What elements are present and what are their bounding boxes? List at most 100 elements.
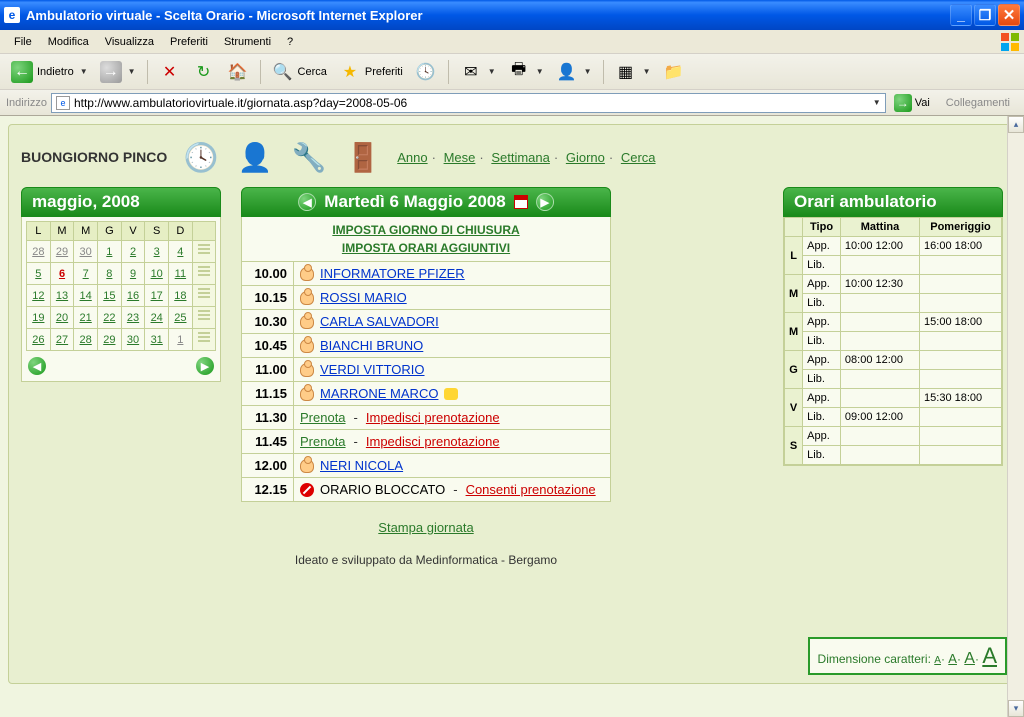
settings-icon[interactable]: 🔧 [289,137,329,177]
minical-week-icon[interactable] [192,329,215,351]
maximize-button[interactable]: ❐ [974,4,996,26]
minical-day[interactable]: 5 [27,263,51,285]
prev-month-button[interactable]: ◀ [28,357,46,375]
minical-day[interactable]: 25 [169,307,193,329]
minical-day[interactable]: 15 [98,285,122,307]
clock-icon[interactable]: 🕓 [181,137,221,177]
next-day-button[interactable]: ▶ [536,193,554,211]
minical-day[interactable]: 13 [50,285,74,307]
minical-day[interactable]: 31 [145,329,169,351]
font-size-l[interactable]: A [982,643,997,668]
minical-day[interactable]: 22 [98,307,122,329]
minical-day[interactable]: 23 [121,307,145,329]
minical-day[interactable]: 4 [169,241,193,263]
minical-day[interactable]: 24 [145,307,169,329]
minical-day[interactable]: 1 [169,329,193,351]
patient-link[interactable]: VERDI VITTORIO [320,362,425,377]
patient-link[interactable]: MARRONE MARCO [320,386,438,401]
menu-preferiti[interactable]: Preferiti [162,33,216,51]
close-button[interactable]: ✕ [998,4,1020,26]
block-link[interactable]: Impedisci prenotazione [366,434,500,449]
calendar-icon[interactable] [514,195,528,209]
refresh-button[interactable]: ↻ [188,58,220,86]
patient-link[interactable]: CARLA SALVADORI [320,314,439,329]
print-button[interactable]: 🖶▼ [503,58,549,86]
stop-button[interactable]: ✕ [154,58,186,86]
set-closure-link[interactable]: IMPOSTA GIORNO DI CHIUSURA [246,221,606,239]
minical-day[interactable]: 30 [121,329,145,351]
menu-modifica[interactable]: Modifica [40,33,97,51]
menu-help[interactable]: ? [279,33,301,51]
home-button[interactable]: 🏠 [222,58,254,86]
minical-day[interactable]: 29 [50,241,74,263]
patient-link[interactable]: NERI NICOLA [320,458,403,473]
scroll-down-button[interactable]: ▾ [1008,700,1024,717]
minical-day[interactable]: 27 [50,329,74,351]
note-icon[interactable] [444,388,458,400]
next-month-button[interactable]: ▶ [196,357,214,375]
patient-link[interactable]: ROSSI MARIO [320,290,407,305]
minical-day[interactable]: 26 [27,329,51,351]
search-button[interactable]: 🔍Cerca [267,58,332,86]
patient-link[interactable]: BIANCHI BRUNO [320,338,423,353]
minical-day[interactable]: 9 [121,263,145,285]
scroll-up-button[interactable]: ▴ [1008,116,1024,133]
print-day-link[interactable]: Stampa giornata [378,520,473,535]
allow-link[interactable]: Consenti prenotazione [466,482,596,497]
forward-button[interactable]: → ▼ [95,58,141,86]
user-icon[interactable]: 👤 [235,137,275,177]
minical-day[interactable]: 8 [98,263,122,285]
minical-day[interactable]: 11 [169,263,193,285]
address-input[interactable]: e http://www.ambulatoriovirtuale.it/gior… [51,93,886,113]
minical-week-icon[interactable] [192,263,215,285]
links-label[interactable]: Collegamenti [938,97,1018,109]
history-button[interactable]: 🕓 [410,58,442,86]
minical-day[interactable]: 17 [145,285,169,307]
minical-day[interactable]: 7 [74,263,98,285]
book-link[interactable]: Prenota [300,410,346,425]
nav-mese[interactable]: Mese [444,150,476,165]
back-button[interactable]: ← Indietro ▼ [6,58,93,86]
messenger-button[interactable]: 👤▼ [551,58,597,86]
font-size-xs[interactable]: A [934,655,941,666]
minical-day[interactable]: 28 [27,241,51,263]
nav-cerca[interactable]: Cerca [621,150,656,165]
chevron-down-icon[interactable]: ▼ [873,98,881,107]
minimize-button[interactable]: _ [950,4,972,26]
prev-day-button[interactable]: ◀ [298,193,316,211]
book-link[interactable]: Prenota [300,434,346,449]
minical-week-icon[interactable] [192,285,215,307]
edit-button[interactable]: ▦▼ [610,58,656,86]
minical-day[interactable]: 21 [74,307,98,329]
folder-button[interactable]: 📁 [657,58,689,86]
nav-giorno[interactable]: Giorno [566,150,605,165]
minical-day[interactable]: 30 [74,241,98,263]
minical-day[interactable]: 14 [74,285,98,307]
minical-day[interactable]: 2 [121,241,145,263]
minical-day[interactable]: 19 [27,307,51,329]
minical-day[interactable]: 20 [50,307,74,329]
minical-day[interactable]: 29 [98,329,122,351]
minical-day[interactable]: 1 [98,241,122,263]
minical-day[interactable]: 12 [27,285,51,307]
minical-day[interactable]: 28 [74,329,98,351]
minical-day[interactable]: 18 [169,285,193,307]
nav-settimana[interactable]: Settimana [491,150,550,165]
minical-week-icon[interactable] [192,307,215,329]
minical-day[interactable]: 6 [50,263,74,285]
favorites-button[interactable]: ★Preferiti [334,58,408,86]
patient-link[interactable]: INFORMATORE PFIZER [320,266,465,281]
menu-strumenti[interactable]: Strumenti [216,33,279,51]
minical-week-icon[interactable] [192,241,215,263]
mail-button[interactable]: ✉▼ [455,58,501,86]
minical-day[interactable]: 3 [145,241,169,263]
menu-file[interactable]: File [6,33,40,51]
go-button[interactable]: → Vai [890,92,934,114]
vertical-scrollbar[interactable]: ▴ ▾ [1007,116,1024,717]
font-size-s[interactable]: A [948,651,957,666]
minical-day[interactable]: 16 [121,285,145,307]
exit-icon[interactable]: 🚪 [343,137,383,177]
font-size-m[interactable]: A [964,650,975,667]
block-link[interactable]: Impedisci prenotazione [366,410,500,425]
set-extra-hours-link[interactable]: IMPOSTA ORARI AGGIUNTIVI [246,239,606,257]
